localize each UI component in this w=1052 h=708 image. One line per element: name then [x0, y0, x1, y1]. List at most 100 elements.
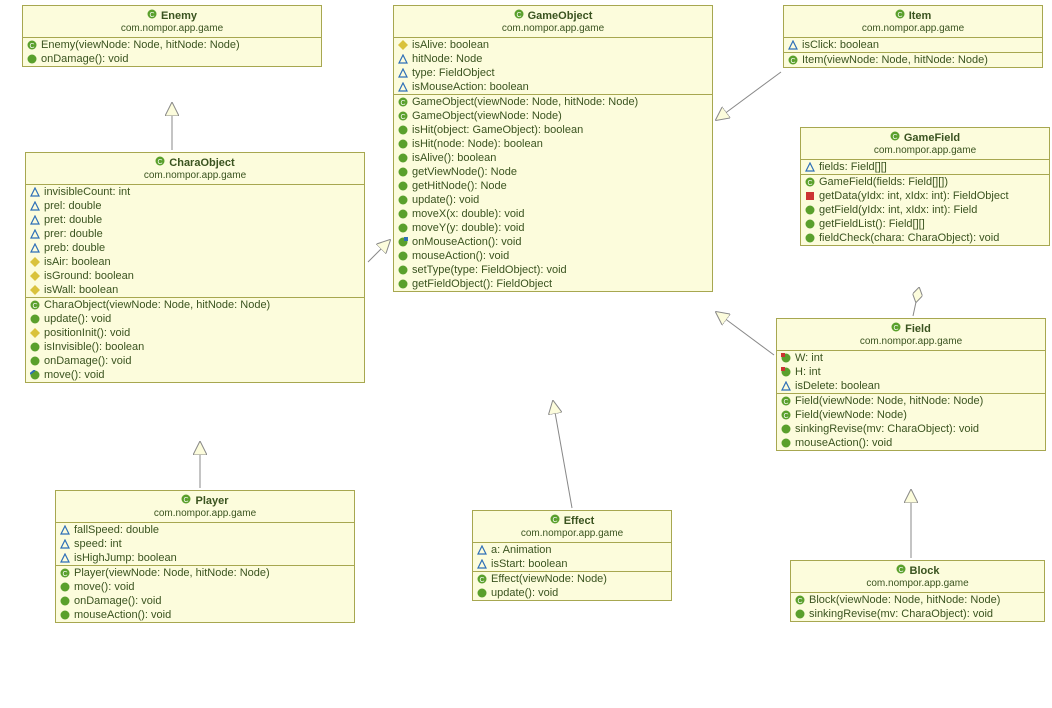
- attribute-text: isAir: boolean: [44, 256, 111, 268]
- attribute-text: invisibleCount: int: [44, 186, 130, 198]
- class-icon: C: [147, 9, 157, 19]
- class-Block: CBlockcom.nompor.app.gameCBlock(viewNode…: [790, 560, 1045, 622]
- attribute-row: isStart: boolean: [473, 557, 671, 571]
- methods-section: CGameObject(viewNode: Node, hitNode: Nod…: [394, 95, 712, 291]
- attribute-row: prel: double: [26, 199, 364, 213]
- method-text: mouseAction(): void: [795, 437, 892, 449]
- class-package: com.nompor.app.game: [29, 23, 315, 34]
- attribute-text: isStart: boolean: [491, 558, 567, 570]
- method-text: getField(yIdx: int, xIdx: int): Field: [819, 204, 977, 216]
- svg-text:C: C: [897, 12, 902, 19]
- method-row: positionInit(): void: [26, 326, 364, 340]
- attributes-section: fallSpeed: doublespeed: intisHighJump: b…: [56, 523, 354, 566]
- method-text: isAlive(): boolean: [412, 152, 496, 164]
- attribute-row: a: Animation: [473, 543, 671, 557]
- attribute-text: isGround: boolean: [44, 270, 134, 282]
- method-text: positionInit(): void: [44, 327, 130, 339]
- attributes-section: isClick: boolean: [784, 38, 1042, 53]
- visibility-icon: [398, 279, 408, 289]
- svg-text:C: C: [158, 159, 163, 166]
- method-row: isHit(object: GameObject): boolean: [394, 123, 712, 137]
- svg-text:C: C: [898, 567, 903, 574]
- class-name: Field: [905, 323, 931, 335]
- class-GameObject: CGameObjectcom.nompor.app.gameisAlive: b…: [393, 5, 713, 292]
- methods-section: CEnemy(viewNode: Node, hitNode: Node)onD…: [23, 38, 321, 66]
- method-row: onDamage(): void: [56, 594, 354, 608]
- visibility-icon: [60, 525, 70, 535]
- visibility-icon: C: [60, 568, 70, 578]
- class-package: com.nompor.app.game: [807, 145, 1043, 156]
- visibility-icon: C: [781, 410, 791, 420]
- visibility-icon: [60, 539, 70, 549]
- attribute-text: prer: double: [44, 228, 103, 240]
- method-row: mouseAction(): void: [56, 608, 354, 622]
- method-text: GameObject(viewNode: Node): [412, 110, 562, 122]
- method-row: CPlayer(viewNode: Node, hitNode: Node): [56, 566, 354, 580]
- attribute-text: pret: double: [44, 214, 102, 226]
- method-row: sinkingRevise(mv: CharaObject): void: [791, 607, 1044, 621]
- visibility-icon: [27, 54, 37, 64]
- method-text: sinkingRevise(mv: CharaObject): void: [795, 423, 979, 435]
- attribute-row: isClick: boolean: [784, 38, 1042, 52]
- attribute-text: isHighJump: boolean: [74, 552, 177, 564]
- methods-section: CBlock(viewNode: Node, hitNode: Node)sin…: [791, 593, 1044, 621]
- visibility-icon: [788, 40, 798, 50]
- visibility-icon: [398, 82, 408, 92]
- svg-text:C: C: [807, 180, 812, 187]
- method-text: CharaObject(viewNode: Node, hitNode: Nod…: [44, 299, 270, 311]
- method-text: Field(viewNode: Node, hitNode: Node): [795, 395, 983, 407]
- method-text: mouseAction(): void: [74, 609, 171, 621]
- visibility-icon: [30, 370, 40, 380]
- attribute-text: isMouseAction: boolean: [412, 81, 529, 93]
- svg-text:C: C: [894, 325, 899, 332]
- visibility-icon: [398, 195, 408, 205]
- method-row: moveX(x: double): void: [394, 207, 712, 221]
- method-row: CField(viewNode: Node, hitNode: Node): [777, 394, 1045, 408]
- visibility-icon: C: [477, 574, 487, 584]
- class-Enemy: CEnemycom.nompor.app.gameCEnemy(viewNode…: [22, 5, 322, 67]
- attribute-text: H: int: [795, 366, 821, 378]
- class-package: com.nompor.app.game: [790, 23, 1036, 34]
- method-row: isInvisible(): boolean: [26, 340, 364, 354]
- visibility-icon: [30, 243, 40, 253]
- attributes-section: invisibleCount: intprel: doublepret: dou…: [26, 185, 364, 298]
- method-row: setType(type: FieldObject): void: [394, 263, 712, 277]
- class-name: Player: [195, 495, 228, 507]
- class-header: CItemcom.nompor.app.game: [784, 6, 1042, 38]
- visibility-icon: [398, 54, 408, 64]
- class-icon: C: [514, 9, 524, 19]
- attributes-section: fields: Field[][]: [801, 160, 1049, 175]
- svg-text:C: C: [184, 497, 189, 504]
- svg-text:C: C: [783, 413, 788, 420]
- visibility-icon: [30, 356, 40, 366]
- svg-text:C: C: [400, 114, 405, 121]
- visibility-icon: [795, 609, 805, 619]
- method-text: moveY(y: double): void: [412, 222, 525, 234]
- class-icon: C: [550, 514, 560, 524]
- attribute-row: H: int: [777, 365, 1045, 379]
- visibility-icon: [398, 223, 408, 233]
- attributes-section: isAlive: booleanhitNode: Nodetype: Field…: [394, 38, 712, 95]
- method-text: Item(viewNode: Node, hitNode: Node): [802, 54, 988, 66]
- method-text: getHitNode(): Node: [412, 180, 507, 192]
- method-text: GameField(fields: Field[][]): [819, 176, 948, 188]
- methods-section: CPlayer(viewNode: Node, hitNode: Node) mo…: [56, 566, 354, 622]
- method-text: moveX(x: double): void: [412, 208, 525, 220]
- attribute-text: W: int: [795, 352, 823, 364]
- svg-text:C: C: [29, 43, 34, 50]
- attribute-text: hitNode: Node: [412, 53, 482, 65]
- visibility-icon: [398, 139, 408, 149]
- visibility-icon: [30, 314, 40, 324]
- visibility-icon: C: [30, 300, 40, 310]
- attribute-text: isDelete: boolean: [795, 380, 880, 392]
- visibility-icon: [398, 209, 408, 219]
- attribute-row: isDelete: boolean: [777, 379, 1045, 393]
- attribute-row: preb: double: [26, 241, 364, 255]
- method-text: isHit(object: GameObject): boolean: [412, 124, 583, 136]
- methods-section: CGameField(fields: Field[][])getData(yId…: [801, 175, 1049, 245]
- class-name: CharaObject: [169, 157, 234, 169]
- svg-text:C: C: [32, 303, 37, 310]
- attribute-row: isAlive: boolean: [394, 38, 712, 52]
- method-row: move(): void: [26, 368, 364, 382]
- visibility-icon: [398, 68, 408, 78]
